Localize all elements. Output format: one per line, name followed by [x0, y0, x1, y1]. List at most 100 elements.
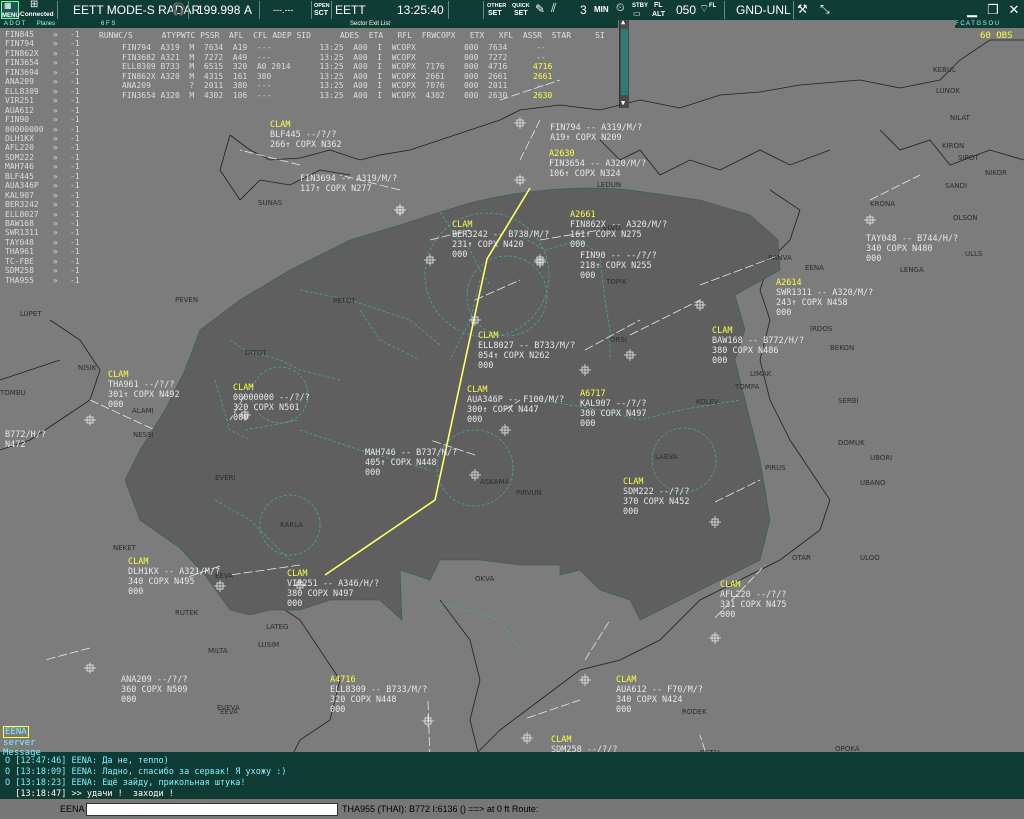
close-button[interactable]: ✕ [1005, 2, 1023, 18]
pencil-icon[interactable]: ✎ [535, 2, 545, 16]
lines-icon[interactable]: ⫽ [551, 1, 556, 16]
track-datablock[interactable]: TAY048 -- B744/H/?340 COPX N480000 [866, 234, 958, 264]
aircraft-list-callsign[interactable]: SDM258 [5, 267, 34, 275]
right-tabs-header[interactable]: F C A T G S O U [955, 20, 1024, 28]
stopwatch-icon[interactable]: ⏲ [616, 2, 625, 15]
sector-name[interactable]: EETT [335, 0, 366, 20]
track-label-line: DLH1KX -- A321/M/? [128, 567, 220, 577]
command-input[interactable] [86, 803, 338, 816]
track-label-line: 054↑ COPX N262 [478, 351, 550, 361]
track-datablock[interactable]: FIN794 -- A319/M/?A19↑ COPX N209 [550, 123, 642, 143]
radar-map[interactable]: KEBUL LUNOK NILAT KIRON SIPOT SANDI NIKOR KRONA… [0, 20, 1024, 799]
gfs-header[interactable]: 6 F S [97, 20, 122, 28]
track-datablock[interactable]: B772/H/?N472 [5, 430, 46, 450]
aircraft-list-marker: » [53, 67, 58, 77]
exit-list-row[interactable]: FIN3682 A321 M 7272 A49 --- 13:25 A00 I … [122, 53, 546, 63]
minimize-button[interactable]: ▁ [963, 2, 981, 18]
secondary-frequency[interactable]: ---.--- [273, 0, 293, 20]
aircraft-list-callsign[interactable]: 00000000 [5, 125, 44, 134]
exit-list-row[interactable]: FIN862X A320 M 4315 161 380 13:25 A00 I … [122, 72, 546, 82]
track-datablock[interactable]: CLAMBAW168 -- B772/H/?380 COPX N486000 [712, 326, 804, 366]
aircraft-list-callsign[interactable]: ANA209 [5, 78, 34, 86]
aircraft-list-callsign[interactable]: THA955 [5, 276, 34, 285]
track-datablock[interactable]: CLAMBLF445 --/?/?266↑ COPX N362 [270, 120, 342, 150]
aircraft-list-callsign[interactable]: FIN90 [5, 116, 29, 124]
aircraft-list-marker: » [53, 48, 58, 58]
aircraft-list-callsign[interactable]: KAL907 [5, 191, 34, 200]
aircraft-list-callsign[interactable]: FIN794 [5, 40, 34, 48]
track-datablock[interactable]: A4716ELL8309 -- B733/M/?320 COPX N448000 [330, 675, 427, 715]
aircraft-list-callsign[interactable]: BAW168 [5, 220, 34, 228]
track-datablock[interactable]: FIN3694 -- A319/M/?117↑ COPX N277 [300, 174, 397, 194]
headset-icon[interactable]: 🎧 [171, 2, 186, 16]
frequency-display[interactable]: 199.998 [197, 0, 240, 20]
track-datablock[interactable]: ANA209 --/?/?360 COPX N509000 [121, 675, 188, 705]
tool-icon-a[interactable]: ⚒ [797, 2, 808, 16]
aircraft-list-callsign[interactable]: AUA346P [5, 182, 39, 190]
aircraft-list-callsign[interactable]: VIR251 [5, 97, 34, 105]
exit-list-row[interactable]: FIN794 A319 M 7634 A19 --- 13:25 A00 I W… [122, 43, 546, 53]
wifi-icon[interactable]: ⌔ [699, 2, 709, 16]
waypoint-label: BEKON [830, 344, 854, 352]
server-tab[interactable]: server [3, 738, 41, 748]
scroll-down-icon[interactable]: ▼ [621, 99, 625, 107]
radar-scope[interactable]: KEBUL LUNOK NILAT KIRON SIPOT SANDI NIKOR KRONA… [0, 20, 1024, 799]
aircraft-list-callsign[interactable]: AUA612 [5, 106, 34, 115]
scroll-thumb[interactable] [621, 29, 628, 95]
track-datablock[interactable]: CLAMAFL220 --/?/?331 COPX N475000 [720, 580, 787, 620]
aircraft-list-callsign[interactable]: TAY048 [5, 238, 34, 247]
aircraft-list-callsign[interactable]: ELL8027 [5, 210, 39, 219]
connection-status[interactable]: ⊞ Connected [20, 0, 56, 19]
aircraft-list-callsign[interactable]: SWR1311 [5, 229, 39, 237]
track-datablock[interactable]: A2614SWR1311 -- A320/M/?243↑ COPX N45800… [776, 278, 873, 318]
track-label-line: 000 [365, 468, 380, 478]
level-range[interactable]: GND-UNL [736, 0, 791, 20]
aircraft-list-callsign[interactable]: TC-FBE [5, 257, 34, 266]
fl-value[interactable]: 050 [676, 0, 696, 20]
other-set-button[interactable]: OTHER SET [486, 1, 510, 19]
tool-icon-b[interactable]: ⤡ [820, 2, 830, 17]
track-label-line: 000 [121, 695, 136, 705]
restore-button[interactable]: ❐ [984, 2, 1002, 18]
alt-label[interactable]: ALT [652, 11, 665, 19]
aircraft-list-callsign[interactable]: THA961 [5, 248, 34, 256]
aircraft-list-callsign[interactable]: AFL220 [5, 144, 34, 152]
waypoint-label: UBORI [870, 454, 892, 462]
aircraft-list-callsign[interactable]: ELL8309 [5, 87, 39, 96]
quick-set-button[interactable]: QUICK SET [512, 1, 536, 19]
frequency-mode[interactable]: A [244, 0, 252, 20]
open-sector-button[interactable]: OPEN SCT [313, 1, 331, 19]
aircraft-list-callsign[interactable]: SDM222 [5, 153, 34, 162]
assr-highlight: 2661 [533, 72, 553, 82]
aircraft-list-value: -1 [70, 209, 80, 219]
message-panel[interactable]: EENA server Message O [12:47:46] EENA: Д… [0, 726, 1024, 799]
exit-list-titlebar[interactable]: Sector Exit List [122, 20, 618, 28]
track-datablock[interactable]: A2630FIN3654 -- A320/M/?106↑ COPX N324 [549, 149, 646, 179]
menu-button[interactable]: ▦ MENU [1, 1, 20, 19]
aircraft-list-value: -1 [70, 219, 80, 228]
aircraft-list-callsign[interactable]: FIN862X [5, 49, 39, 58]
exit-list-row[interactable]: FIN3654 A320 M 4302 106 --- 13:25 A00 I … [122, 91, 546, 101]
aircraft-list-callsign[interactable]: DLH1KX [5, 134, 34, 143]
aircraft-list-callsign[interactable]: MAH746 [5, 163, 34, 171]
min-button[interactable]: MIN [594, 5, 609, 14]
aircraft-list-callsign[interactable]: BLF445 [5, 172, 34, 181]
eena-tab[interactable]: EENA [3, 726, 29, 738]
waypoint-label: LEDUN [597, 181, 621, 189]
aircraft-list-callsign[interactable]: FIN3654 [5, 59, 39, 67]
aircraft-list-callsign[interactable]: BER3242 [5, 201, 39, 209]
exit-list-row[interactable]: ANA209 ? 2011 380 --- 13:25 A00 I WCOPX … [122, 81, 546, 91]
track-label-line: 00000000 --/?/? [233, 393, 310, 403]
exit-list-scrollbar[interactable]: ▲ ▼ [619, 18, 629, 108]
aircraft-crosshair [514, 174, 526, 186]
message-tabs[interactable]: EENA server Message [3, 719, 41, 758]
waypoint-label: OTAR [792, 554, 811, 562]
track-label-line: 000 [478, 361, 493, 371]
aircraft-list[interactable]: FIN845 » -1 FIN794 » -1 FIN862X » -1 FIN3654 » -1 FI… [0, 20, 80, 295]
aircraft-list-marker: » [53, 256, 58, 266]
aircraft-list-callsign[interactable]: FIN845 [5, 31, 34, 39]
waypoint-label: SIPOT [958, 154, 979, 162]
exit-list-row[interactable]: ELL8309 B733 M 6515 320 A0 2014 13:25 A0… [122, 62, 546, 72]
scroll-up-icon[interactable]: ▲ [621, 18, 625, 26]
aircraft-list-callsign[interactable]: FIN3694 [5, 68, 39, 77]
